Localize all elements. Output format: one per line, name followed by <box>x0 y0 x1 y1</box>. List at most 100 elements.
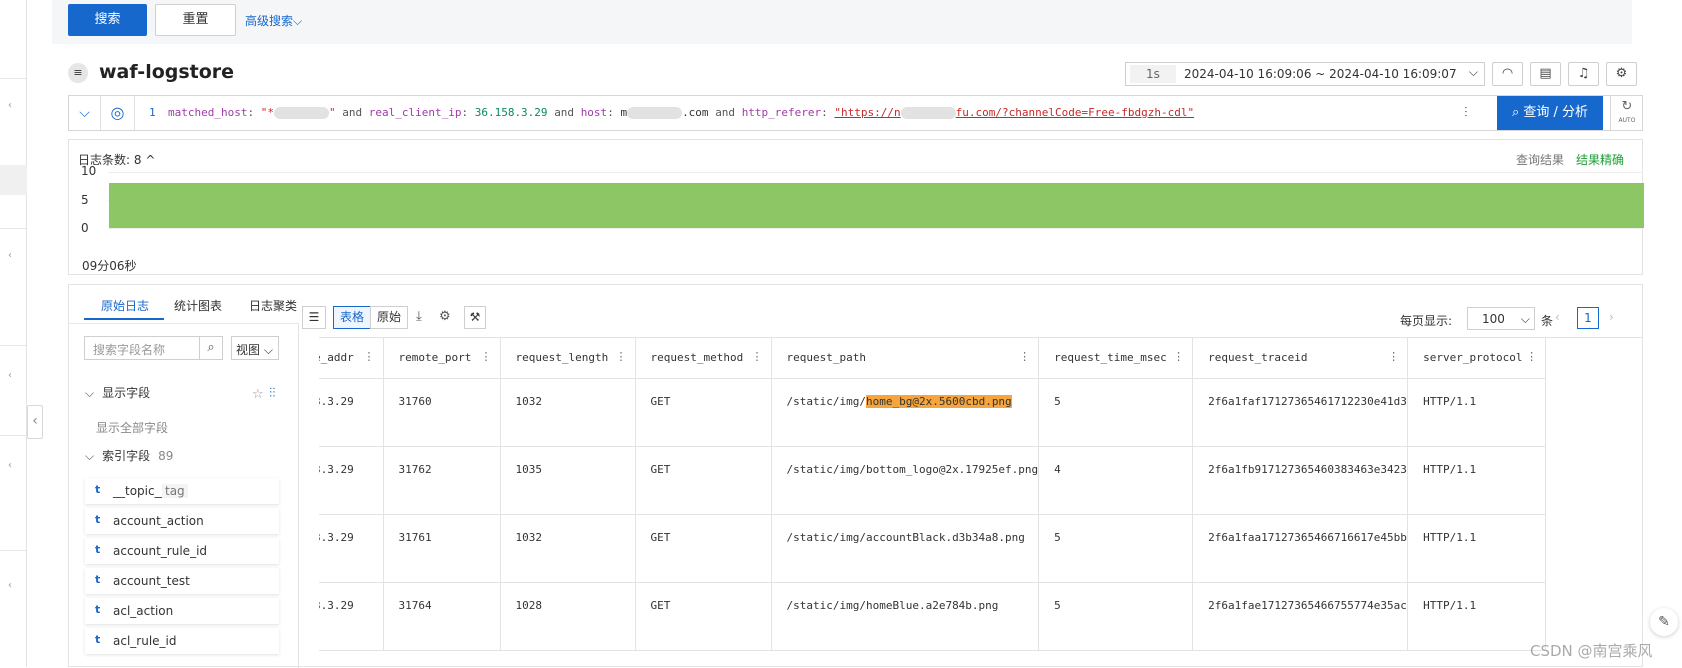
settings-sliders-icon[interactable]: ⫶⫶ <box>269 386 276 401</box>
table-cell: 5 <box>1038 582 1194 651</box>
index-field-count: 89 <box>158 449 174 463</box>
collapse-sidebar-button[interactable]: ‹ <box>27 405 43 439</box>
column-menu-icon[interactable]: ⋮ <box>752 350 763 363</box>
rail-selected-item[interactable] <box>0 165 27 195</box>
text-type-icon: t <box>95 483 101 496</box>
tab-raw-logs[interactable]: 原始日志 <box>101 297 149 314</box>
refresh-interval-chip[interactable]: 1s <box>1130 65 1176 83</box>
index-fields-header[interactable]: ⌵ 索引字段 89 <box>85 447 173 464</box>
reset-button[interactable]: 重置 <box>155 4 236 36</box>
field-name: acl_rule_id <box>113 634 177 648</box>
table-cell: 3.3.29 <box>319 514 384 583</box>
query-text[interactable]: matched_host: "* " and real_client_ip: 36… <box>168 106 1194 119</box>
field-item[interactable]: t account_test <box>85 568 279 594</box>
raw-view-button[interactable]: 原始 <box>370 306 408 329</box>
y-tick-label: 0 <box>81 221 89 235</box>
table-cell: GET <box>635 446 772 515</box>
gear-icon[interactable]: ⚙ <box>1606 62 1637 86</box>
table-cell: 1032 <box>500 378 636 447</box>
view-select[interactable]: 视图 ⌵ <box>231 336 279 360</box>
field-name: account_rule_id <box>113 544 208 558</box>
star-icon[interactable]: ☆ <box>252 387 264 402</box>
download-icon[interactable]: ⤓ <box>416 309 422 324</box>
table-row[interactable]: 3.3.29 31760 1032 GET /static/img/home_b… <box>319 378 1547 447</box>
rail-chevron-icon[interactable]: ‹ <box>8 250 12 261</box>
tools-icon[interactable]: ⚒ <box>464 306 486 329</box>
column-menu-icon[interactable]: ⋮ <box>364 350 375 363</box>
column-header[interactable]: request_path ⋮ <box>771 338 1040 379</box>
current-page[interactable]: 1 <box>1577 307 1599 329</box>
column-header[interactable]: request_method ⋮ <box>635 338 772 379</box>
field-item[interactable]: t acl_action <box>85 598 279 624</box>
rail-chevron-icon[interactable]: ‹ <box>8 370 12 381</box>
column-menu-icon[interactable]: ⋮ <box>1526 350 1537 363</box>
table-cell: 1035 <box>500 446 636 515</box>
query-history-icon[interactable]: ◎ <box>101 96 135 130</box>
histogram-bar[interactable] <box>109 183 1644 228</box>
per-page-select[interactable]: 100 ⌵ <box>1467 307 1535 330</box>
query-editor[interactable]: ⌵ ◎ 1 matched_host: "* " and real_client_… <box>68 95 1643 131</box>
column-header[interactable]: server_protocol ⋮ <box>1407 338 1547 379</box>
search-button[interactable]: 搜索 <box>68 4 147 36</box>
prev-page-icon[interactable]: ‹ <box>1555 310 1560 324</box>
table-cell: 1028 <box>500 582 636 651</box>
chevron-up-icon[interactable]: ^ <box>145 153 155 167</box>
table-view-button[interactable]: 表格 <box>333 306 371 329</box>
query-analyze-label[interactable]: 查询 / 分析 <box>1523 105 1588 120</box>
time-range-picker[interactable]: 1s 2024-04-10 16:09:06 ~ 2024-04-10 16:0… <box>1125 62 1485 86</box>
auto-refresh-button[interactable]: ↻ AUTO <box>1610 96 1643 130</box>
column-menu-icon[interactable]: ⋮ <box>481 350 492 363</box>
column-menu-icon[interactable]: ⋮ <box>1388 350 1399 363</box>
column-menu-icon[interactable]: ⋮ <box>1019 350 1030 363</box>
rail-chevron-icon[interactable]: ‹ <box>8 100 12 111</box>
field-item[interactable]: t account_action <box>85 508 279 534</box>
bell-icon[interactable]: ♫ <box>1568 62 1599 86</box>
tab-log-clustering[interactable]: 日志聚类 <box>249 297 297 314</box>
field-search-input[interactable]: 搜索字段名称 <box>84 336 200 360</box>
watermark: CSDN @南宫乘风 <box>1530 642 1653 660</box>
gear-icon[interactable]: ⚙ <box>439 309 451 324</box>
dashboard-gauge-icon[interactable]: ◠ <box>1492 62 1523 86</box>
line-number: 1 <box>149 106 156 119</box>
table-cell: HTTP/1.1 <box>1407 582 1547 651</box>
advanced-search-label[interactable]: 高级搜索 <box>245 14 293 28</box>
column-header[interactable]: remote_port ⋮ <box>383 338 501 379</box>
edit-pencil-icon[interactable]: ✎ <box>1650 608 1678 636</box>
column-header[interactable]: request_traceid ⋮ <box>1192 338 1409 379</box>
rail-chevron-icon[interactable]: ‹ <box>8 580 12 591</box>
column-menu-icon[interactable]: ⋮ <box>1173 350 1184 363</box>
field-item[interactable]: t acl_rule_id <box>85 628 279 654</box>
column-header[interactable]: request_time_msec ⋮ <box>1038 338 1194 379</box>
query-analyze-button[interactable]: ⌕ 查询 / 分析 <box>1497 96 1603 130</box>
table-row[interactable]: 3.3.29 31761 1032 GET /static/img/accoun… <box>319 514 1547 583</box>
column-toggle-icon[interactable]: ☰ <box>302 306 326 329</box>
filter-sliders-icon[interactable]: ⫶ <box>1464 105 1468 121</box>
advanced-search-link[interactable]: 高级搜索⌵ <box>245 12 302 29</box>
table-cell: 2f6a1fb917127365460383463e3423 <box>1192 446 1409 515</box>
field-item[interactable]: t account_rule_id <box>85 538 279 564</box>
saved-search-icon[interactable]: ▤ <box>1530 62 1561 86</box>
column-header[interactable]: request_length ⋮ <box>500 338 636 379</box>
search-icon[interactable]: ⌕ <box>199 336 223 360</box>
rail-chevron-icon[interactable]: ‹ <box>8 460 12 471</box>
field-item[interactable]: t __topic__ tag <box>85 478 279 504</box>
results-panel: 原始日志 统计图表 日志聚类 搜索字段名称 ⌕ 视图 ⌵ ⌵ 显示字段 ☆ ⫶⫶ … <box>68 284 1643 668</box>
tab-charts[interactable]: 统计图表 <box>174 297 222 314</box>
chevron-down-icon[interactable]: ⌵ <box>69 96 101 130</box>
result-status: 结果精确 <box>1576 153 1625 167</box>
field-tag: tag <box>162 484 188 498</box>
field-name: __topic__ <box>113 484 167 498</box>
table-cell: 2f6a1faa17127365466716617e45bb <box>1192 514 1409 583</box>
table-row[interactable]: 3.3.29 31762 1035 GET /static/img/bottom… <box>319 446 1547 515</box>
table-cell: HTTP/1.1 <box>1407 514 1547 583</box>
display-fields-header[interactable]: ⌵ 显示字段 <box>85 384 150 401</box>
table-cell: 3.3.29 <box>319 582 384 651</box>
table-row[interactable]: 3.3.29 31764 1028 GET /static/img/homeBl… <box>319 582 1547 651</box>
active-tab-indicator <box>84 318 164 320</box>
table-cell: GET <box>635 378 772 447</box>
table-cell: GET <box>635 514 772 583</box>
column-menu-icon[interactable]: ⋮ <box>616 350 627 363</box>
show-all-fields-link[interactable]: 显示全部字段 <box>96 419 168 436</box>
next-page-icon[interactable]: › <box>1609 310 1614 324</box>
column-header[interactable]: e_addr⋮ <box>319 338 384 379</box>
